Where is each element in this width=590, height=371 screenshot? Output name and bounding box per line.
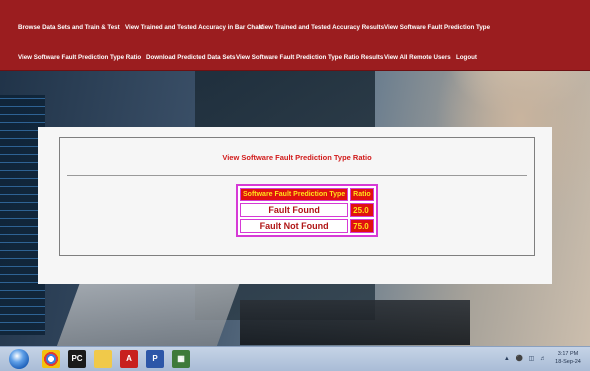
background-keyboard (240, 300, 470, 345)
content-panel: View Software Fault Prediction Type Rati… (38, 127, 552, 284)
taskbar-clock[interactable]: 3:17 PM 18-Sep-24 (552, 350, 584, 366)
clock-date: 18-Sep-24 (555, 359, 581, 365)
python-icon[interactable]: P (146, 350, 164, 368)
table-header-row: Software Fault Prediction Type Ratio (240, 188, 374, 201)
acrobat-icon[interactable]: A (120, 350, 138, 368)
nav-ratio-results[interactable]: View Software Fault Prediction Type Rati… (236, 54, 383, 61)
table-row: Fault Not Found 75.0 (240, 219, 374, 233)
nav-fault-type-ratio[interactable]: View Software Fault Prediction Type Rati… (18, 54, 141, 61)
file-explorer-icon[interactable] (94, 350, 112, 368)
terminal-icon[interactable]: ▦ (172, 350, 190, 368)
nav-download-predicted[interactable]: Download Predicted Data Sets (146, 54, 235, 61)
nav-browse-data-sets[interactable]: Browse Data Sets and Train & Test (18, 24, 120, 31)
cell-fault-type: Fault Found (240, 203, 349, 217)
system-tray[interactable]: ▲ ⚫ ◫ ♬ (504, 355, 548, 365)
cell-ratio-value: 25.0 (350, 203, 374, 217)
nav-remote-users[interactable]: View All Remote Users (384, 54, 451, 61)
content-frame: View Software Fault Prediction Type Rati… (59, 137, 535, 256)
windows-taskbar: PC A P ▦ ▲ ⚫ ◫ ♬ 3:17 PM 18-Sep-24 (0, 346, 590, 371)
column-header-ratio: Ratio (350, 188, 374, 201)
title-divider (67, 175, 527, 176)
cell-fault-type: Fault Not Found (240, 219, 349, 233)
nav-accuracy-bar-chart[interactable]: View Trained and Tested Accuracy in Bar … (125, 24, 263, 31)
clock-time: 3:17 PM (557, 351, 579, 357)
top-navigation: Browse Data Sets and Train & Test View T… (0, 0, 590, 71)
cell-ratio-value: 75.0 (350, 219, 374, 233)
nav-logout[interactable]: Logout (456, 54, 477, 61)
nav-accuracy-results[interactable]: View Trained and Tested Accuracy Results (259, 24, 384, 31)
table-row: Fault Found 25.0 (240, 203, 374, 217)
ratio-table: Software Fault Prediction Type Ratio Fau… (236, 184, 378, 237)
pycharm-icon[interactable]: PC (68, 350, 86, 368)
chrome-icon[interactable] (42, 350, 60, 368)
windows-start-icon[interactable] (9, 349, 29, 369)
page-title: View Software Fault Prediction Type Rati… (222, 153, 372, 162)
nav-fault-prediction-type[interactable]: View Software Fault Prediction Type (384, 24, 490, 31)
column-header-type: Software Fault Prediction Type (240, 188, 349, 201)
